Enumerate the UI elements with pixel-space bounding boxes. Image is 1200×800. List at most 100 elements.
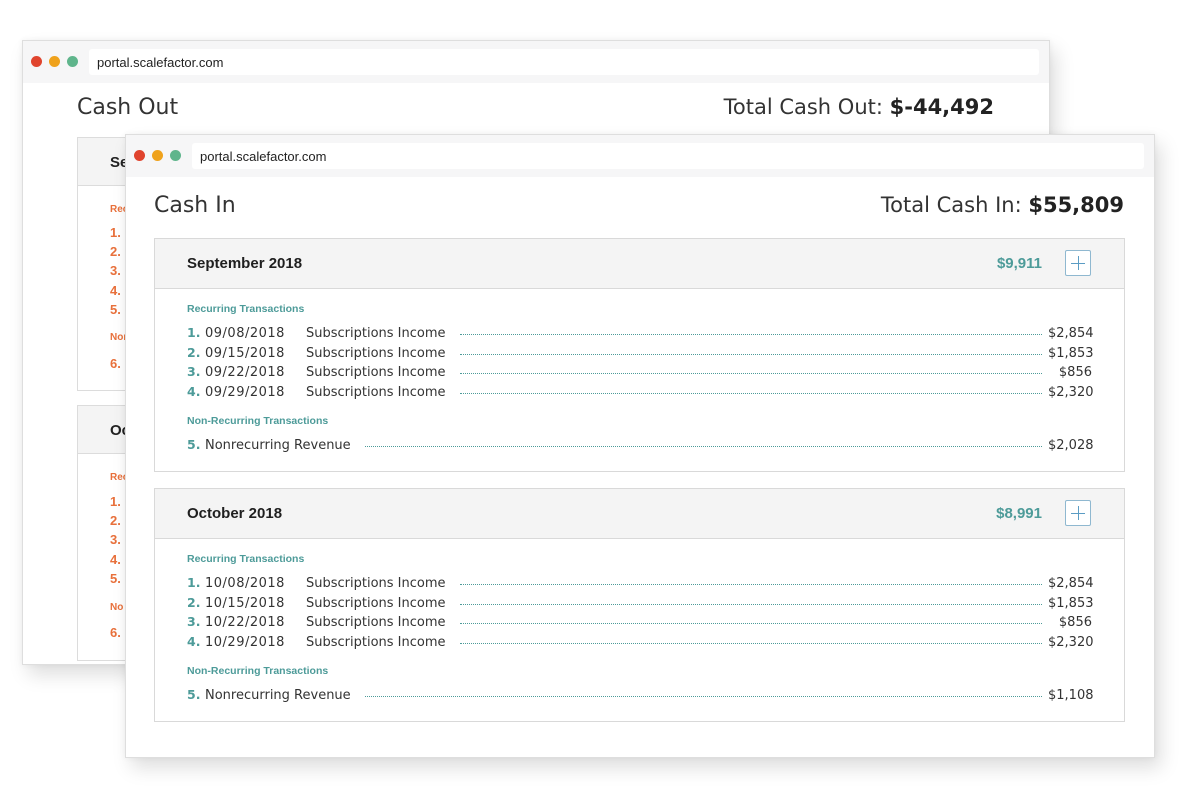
maximize-window-dot[interactable] <box>170 150 181 161</box>
transaction-description: Subscriptions Income <box>306 326 446 341</box>
minimize-window-dot[interactable] <box>49 56 60 67</box>
section-label-recurring: Recurring Transactions <box>187 553 305 565</box>
section-label-nonrecurring: Non-Recurring Transactions <box>187 665 329 677</box>
page-title: Cash In <box>154 193 236 218</box>
address-bar-url: portal.scalefactor.com <box>200 149 327 164</box>
transaction-description: Subscriptions Income <box>306 634 446 650</box>
item-index: 5. <box>110 571 121 586</box>
transaction-date: 09/15/2018 <box>205 345 285 361</box>
item-index: 3. <box>110 532 121 547</box>
transaction-row[interactable]: 1. 10/08/2018 Subscriptions Income $2,85… <box>187 575 1094 595</box>
section-label-recurring: Recurring Transactions <box>187 303 305 315</box>
transaction-index: 3. <box>187 364 201 379</box>
month-card-header: October 2018 $8,991 <box>155 489 1124 539</box>
dotted-leader <box>459 642 1042 644</box>
dotted-leader <box>459 623 1042 624</box>
item-index: 1. <box>110 494 121 509</box>
item-index: 2. <box>110 513 121 528</box>
transaction-amount: $856 <box>1058 615 1092 630</box>
transaction-amount: $2,028 <box>1048 438 1094 453</box>
month-card-body: Recurring Transactions 1. 09/08/2018 Sub… <box>155 289 1124 471</box>
transaction-row[interactable]: 1. 09/08/2018 Subscriptions Income $2,85… <box>187 325 1094 345</box>
item-index: 3. <box>110 263 121 278</box>
transaction-description: Subscriptions Income <box>306 384 446 400</box>
close-window-dot[interactable] <box>134 150 145 161</box>
transaction-amount: $856 <box>1058 365 1092 380</box>
total-label: Total Cash Out: <box>723 95 890 119</box>
transaction-index: 5. <box>187 687 201 702</box>
transaction-description: Nonrecurring Revenue <box>205 688 351 703</box>
section-label-nonrecurring: Non-Recurring Transactions <box>187 415 329 427</box>
section-label-nonrecurring: No <box>110 602 124 613</box>
transaction-row[interactable]: 2. 09/15/2018 Subscriptions Income $1,85… <box>187 344 1094 365</box>
item-index: 1. <box>110 225 121 240</box>
transaction-row[interactable]: 3. 10/22/2018 Subscriptions Income $856 <box>187 614 1092 634</box>
transaction-index: 3. <box>187 614 201 629</box>
transaction-amount: $1,108 <box>1048 688 1094 703</box>
total-value: $55,809 <box>1028 193 1124 217</box>
item-index: 4. <box>110 552 121 567</box>
transaction-index: 1. <box>187 575 201 590</box>
transaction-amount: $2,854 <box>1048 326 1094 341</box>
transaction-index: 2. <box>187 344 201 360</box>
transaction-date: 10/29/2018 <box>205 634 285 650</box>
transaction-row[interactable]: 3. 09/22/2018 Subscriptions Income $856 <box>187 364 1092 384</box>
transaction-index: 4. <box>187 633 201 649</box>
dotted-leader <box>459 334 1042 335</box>
transaction-index: 5. <box>187 437 201 452</box>
month-card-header: September 2018 $9,911 <box>155 239 1124 289</box>
transaction-amount: $2,854 <box>1048 576 1094 591</box>
transaction-date: 10/15/2018 <box>205 595 285 611</box>
maximize-window-dot[interactable] <box>67 56 78 67</box>
transaction-description: Nonrecurring Revenue <box>205 438 351 453</box>
transaction-date: 09/08/2018 <box>205 326 285 341</box>
transaction-date: 09/29/2018 <box>205 384 285 400</box>
month-total: $9,911 <box>996 255 1042 272</box>
month-name: October 2018 <box>187 505 283 522</box>
transaction-row[interactable]: 4. 09/29/2018 Subscriptions Income $2,32… <box>187 383 1094 404</box>
transaction-amount: $2,320 <box>1048 634 1094 650</box>
month-total: $8,991 <box>996 505 1042 522</box>
transaction-index: 4. <box>187 383 201 399</box>
expand-plus-button[interactable] <box>1065 500 1091 526</box>
close-window-dot[interactable] <box>31 56 42 67</box>
month-card: October 2018 $8,991 Recurring Transactio… <box>154 488 1125 722</box>
item-index: 4. <box>110 283 121 298</box>
browser-titlebar: portal.scalefactor.com <box>23 41 1049 83</box>
transaction-row[interactable]: 4. 10/29/2018 Subscriptions Income $2,32… <box>187 633 1094 654</box>
item-index: 6. <box>110 356 121 371</box>
transaction-description: Subscriptions Income <box>306 365 446 380</box>
transaction-date: 10/08/2018 <box>205 576 285 591</box>
transaction-date: 10/22/2018 <box>205 615 285 630</box>
month-card: September 2018 $9,911 Recurring Transact… <box>154 238 1125 472</box>
transaction-amount: $1,853 <box>1048 345 1094 361</box>
address-bar[interactable]: portal.scalefactor.com <box>192 143 1144 169</box>
transaction-description: Subscriptions Income <box>306 576 446 591</box>
address-bar[interactable]: portal.scalefactor.com <box>89 49 1039 75</box>
item-index: 6. <box>110 625 121 640</box>
dotted-leader <box>364 446 1042 447</box>
total-label: Total Cash In: <box>880 193 1029 217</box>
dotted-leader <box>459 584 1042 585</box>
transaction-amount: $2,320 <box>1048 384 1094 400</box>
transaction-description: Subscriptions Income <box>306 595 446 611</box>
page-title: Cash Out <box>77 95 179 120</box>
expand-plus-button[interactable] <box>1065 250 1091 276</box>
item-index: 2. <box>110 244 121 259</box>
dotted-leader <box>364 696 1042 697</box>
minimize-window-dot[interactable] <box>152 150 163 161</box>
transaction-row[interactable]: 5. Nonrecurring Revenue $2,028 <box>187 437 1094 457</box>
transaction-index: 2. <box>187 594 201 610</box>
total-cash-out: Total Cash Out: $-44,492 <box>724 95 994 119</box>
total-cash-in: Total Cash In: $55,809 <box>881 193 1124 217</box>
transaction-row[interactable]: 5. Nonrecurring Revenue $1,108 <box>187 687 1094 707</box>
total-value: $-44,492 <box>889 95 994 119</box>
month-name: September 2018 <box>187 255 303 272</box>
transaction-description: Subscriptions Income <box>306 615 446 630</box>
transaction-description: Subscriptions Income <box>306 345 446 361</box>
transaction-row[interactable]: 2. 10/15/2018 Subscriptions Income $1,85… <box>187 594 1094 615</box>
dotted-leader <box>459 353 1042 355</box>
browser-titlebar: portal.scalefactor.com <box>126 135 1154 177</box>
transaction-amount: $1,853 <box>1048 595 1094 611</box>
transaction-index: 1. <box>187 325 201 340</box>
